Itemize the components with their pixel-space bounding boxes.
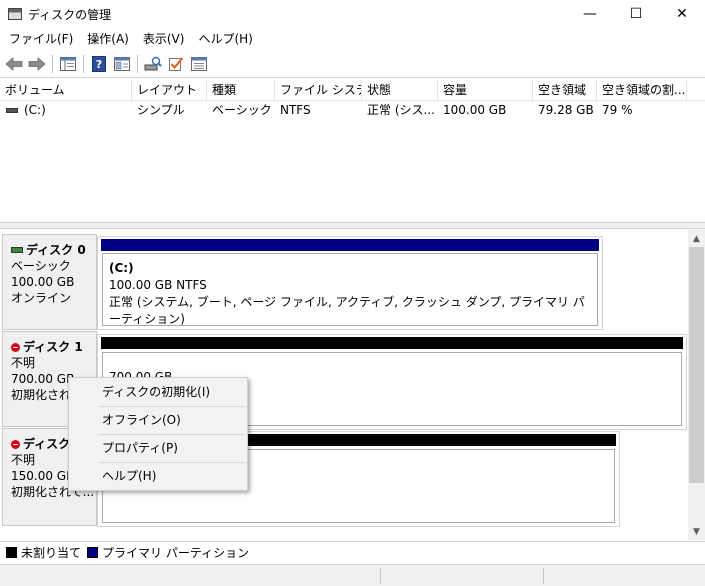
column-type[interactable]: 種類: [207, 80, 275, 101]
volume-capacity: 100.00 GB: [443, 103, 507, 117]
volume-free-space: 79.28 GB: [538, 103, 594, 117]
ctx-help[interactable]: ヘルプ(H): [69, 464, 247, 489]
ctx-separator: [99, 434, 245, 435]
status-bar-divider: [543, 568, 544, 584]
window-title: ディスクの管理: [28, 7, 112, 22]
disk-map-scrollbar[interactable]: ▲ ▼: [688, 230, 705, 540]
column-free-space[interactable]: 空き領域: [533, 80, 597, 101]
disk-icon: [11, 247, 23, 253]
help-icon[interactable]: ?: [89, 54, 109, 74]
properties-icon[interactable]: [112, 54, 132, 74]
partition-c-status: 正常 (システム, ブート, ページ ファイル, アクティブ, クラッシュ ダン…: [109, 295, 585, 326]
column-capacity[interactable]: 容量: [438, 80, 533, 101]
detail-view-icon[interactable]: [189, 54, 209, 74]
partition-c[interactable]: (C:) 100.00 GB NTFS 正常 (システム, ブート, ページ フ…: [102, 253, 598, 326]
column-file-system[interactable]: ファイル システム: [275, 80, 362, 101]
pane-splitter[interactable]: [0, 223, 705, 229]
status-bar-divider: [380, 568, 381, 584]
toolbar-separator: [52, 54, 53, 73]
disk-1-name: ディスク 1: [23, 340, 83, 354]
menu-file[interactable]: ファイル(F): [2, 28, 80, 50]
disk-context-menu: ディスクの初期化(I) オフライン(O) プロパティ(P) ヘルプ(H): [68, 377, 248, 491]
column-status[interactable]: 状態: [362, 80, 438, 101]
legend-swatch-unallocated: [6, 547, 17, 558]
volume-status: 正常 (シス...: [367, 103, 435, 117]
volume-list-header: ボリューム レイアウト 種類 ファイル システム 状態 容量 空き領域 空き領域…: [0, 80, 705, 101]
ctx-properties[interactable]: プロパティ(P): [69, 436, 247, 461]
ctx-initialize-disk[interactable]: ディスクの初期化(I): [69, 380, 247, 405]
toolbar: ?: [0, 50, 705, 78]
partition-c-size: 100.00 GB NTFS: [109, 278, 207, 292]
status-bar: [0, 564, 705, 586]
disk-management-app-icon: [8, 8, 22, 20]
volume-name: (C:): [24, 103, 46, 117]
volume-row[interactable]: (C:) シンプル ベーシック NTFS 正常 (シス... 100.00 GB…: [0, 101, 705, 119]
toolbar-separator: [137, 54, 138, 73]
volume-list: ボリューム レイアウト 種類 ファイル システム 状態 容量 空き領域 空き領域…: [0, 80, 705, 223]
back-arrow-icon[interactable]: [4, 54, 24, 74]
maximize-button[interactable]: ☐: [613, 0, 659, 28]
primary-partition-bar: [101, 239, 599, 251]
menu-view[interactable]: 表示(V): [136, 28, 192, 50]
error-icon: −: [11, 439, 20, 449]
column-free-percent[interactable]: 空き領域の割...: [597, 80, 687, 101]
disk-0-state: オンライン: [11, 291, 72, 305]
toolbar-separator: [83, 54, 84, 73]
volume-drive-icon: [6, 107, 18, 113]
scrollbar-thumb[interactable]: [689, 247, 704, 483]
rescan-disks-icon[interactable]: [143, 54, 163, 74]
error-icon: −: [11, 342, 20, 352]
ctx-offline[interactable]: オフライン(O): [69, 408, 247, 433]
ctx-separator: [99, 406, 245, 407]
legend-unallocated: 未割り当て: [6, 544, 81, 561]
legend-unallocated-label: 未割り当て: [21, 546, 82, 560]
menu-bar: ファイル(F) 操作(A) 表示(V) ヘルプ(H): [0, 28, 705, 50]
window-controls: — ☐ ✕: [567, 0, 705, 28]
column-volume[interactable]: ボリューム: [0, 80, 132, 101]
forward-arrow-icon[interactable]: [27, 54, 47, 74]
close-button[interactable]: ✕: [659, 0, 705, 28]
disk-0-size: 100.00 GB: [11, 275, 75, 289]
column-layout[interactable]: レイアウト: [132, 80, 207, 101]
volume-file-system: NTFS: [280, 103, 311, 117]
disk-0-type: ベーシック: [11, 259, 71, 273]
menu-action[interactable]: 操作(A): [80, 28, 136, 50]
checklist-icon[interactable]: [166, 54, 186, 74]
legend-primary-label: プライマリ パーティション: [102, 546, 250, 560]
console-tree-icon[interactable]: [58, 54, 78, 74]
disk-0-label[interactable]: ディスク 0 ベーシック 100.00 GB オンライン: [2, 234, 97, 330]
disk-0-name: ディスク 0: [26, 243, 86, 257]
partition-c-label: (C:): [109, 261, 134, 275]
ctx-separator: [99, 462, 245, 463]
scroll-down-arrow-icon[interactable]: ▼: [688, 523, 705, 540]
svg-text:?: ?: [96, 58, 102, 71]
volume-free-percent: 79 %: [602, 103, 633, 117]
menu-help[interactable]: ヘルプ(H): [191, 28, 259, 50]
disk-1-type: 不明: [11, 356, 36, 370]
legend: 未割り当て プライマリ パーティション: [0, 541, 705, 563]
volume-type: ベーシック: [212, 103, 272, 117]
legend-swatch-primary: [87, 547, 99, 558]
title-bar: ディスクの管理 — ☐ ✕: [0, 0, 705, 28]
minimize-button[interactable]: —: [567, 0, 613, 28]
legend-primary: プライマリ パーティション: [87, 544, 249, 561]
unallocated-bar: [101, 337, 683, 349]
volume-layout: シンプル: [137, 103, 185, 117]
scroll-up-arrow-icon[interactable]: ▲: [688, 230, 705, 247]
